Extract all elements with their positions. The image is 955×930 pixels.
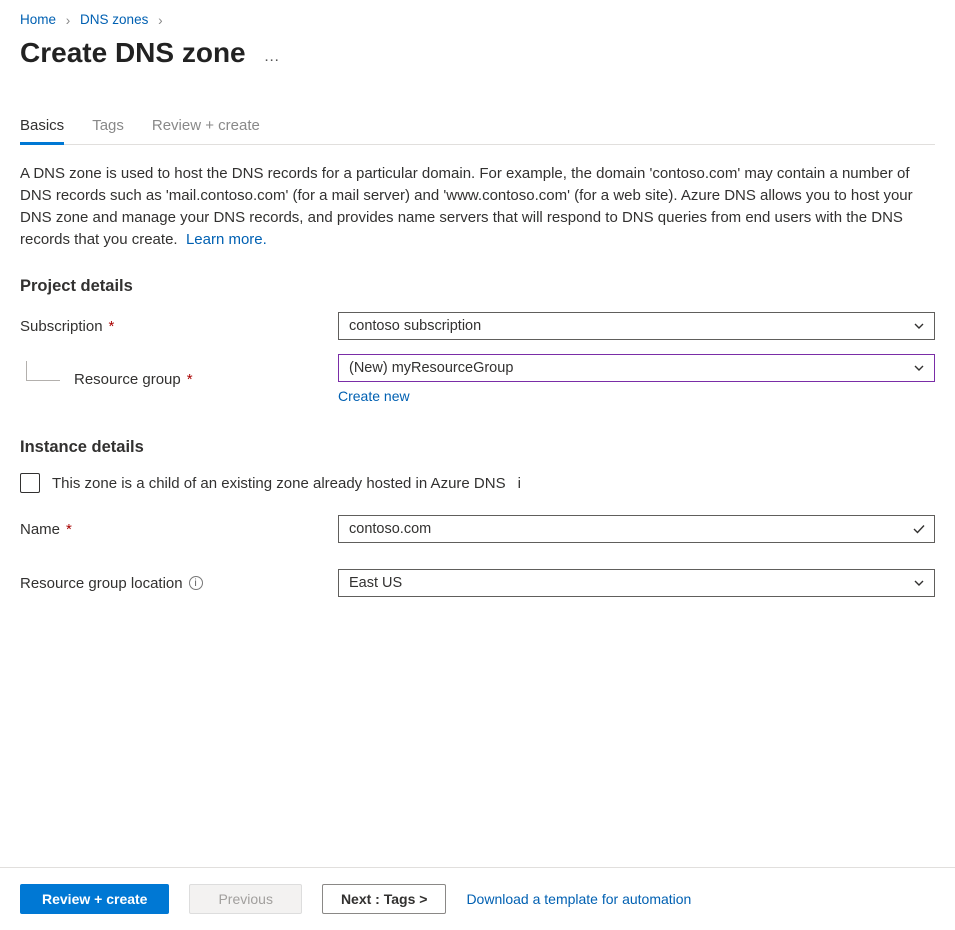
- checkmark-icon: [912, 522, 926, 536]
- chevron-right-icon: ›: [158, 13, 163, 28]
- required-indicator: *: [66, 521, 72, 538]
- subscription-value: contoso subscription: [349, 318, 481, 334]
- more-actions-icon[interactable]: …: [264, 48, 282, 66]
- required-indicator: *: [109, 318, 115, 335]
- section-instance-details: Instance details: [20, 438, 935, 457]
- intro-text: A DNS zone is used to host the DNS recor…: [20, 163, 930, 251]
- chevron-down-icon: [912, 576, 926, 590]
- rg-location-value: East US: [349, 575, 402, 591]
- rg-location-label: Resource group location: [20, 575, 183, 592]
- child-zone-label: This zone is a child of an existing zone…: [52, 475, 506, 492]
- child-zone-checkbox[interactable]: [20, 473, 40, 493]
- info-icon[interactable]: i: [518, 475, 521, 492]
- breadcrumb: Home › DNS zones ›: [20, 10, 935, 33]
- previous-button: Previous: [189, 884, 301, 914]
- tab-tags[interactable]: Tags: [92, 109, 124, 144]
- breadcrumb-home[interactable]: Home: [20, 12, 56, 27]
- name-input[interactable]: contoso.com: [338, 515, 935, 543]
- chevron-down-icon: [912, 361, 926, 375]
- name-value: contoso.com: [349, 521, 431, 537]
- rg-location-select[interactable]: East US: [338, 569, 935, 597]
- tab-basics[interactable]: Basics: [20, 109, 64, 144]
- tree-connector-icon: [26, 361, 60, 381]
- review-create-button[interactable]: Review + create: [20, 884, 169, 914]
- subscription-label: Subscription: [20, 318, 103, 335]
- learn-more-link[interactable]: Learn more.: [186, 231, 267, 248]
- name-label: Name: [20, 521, 60, 538]
- wizard-footer: Review + create Previous Next : Tags > D…: [0, 867, 955, 930]
- download-template-link[interactable]: Download a template for automation: [466, 891, 691, 907]
- create-new-resource-group-link[interactable]: Create new: [338, 388, 935, 404]
- resource-group-value: (New) myResourceGroup: [349, 360, 513, 376]
- subscription-select[interactable]: contoso subscription: [338, 312, 935, 340]
- page-title: Create DNS zone: [20, 37, 246, 69]
- intro-body: A DNS zone is used to host the DNS recor…: [20, 165, 913, 248]
- chevron-right-icon: ›: [66, 13, 71, 28]
- resource-group-select[interactable]: (New) myResourceGroup: [338, 354, 935, 382]
- chevron-down-icon: [912, 319, 926, 333]
- tab-review-create[interactable]: Review + create: [152, 109, 260, 144]
- wizard-tabs: Basics Tags Review + create: [20, 109, 935, 145]
- required-indicator: *: [187, 371, 193, 388]
- section-project-details: Project details: [20, 277, 935, 296]
- next-button[interactable]: Next : Tags >: [322, 884, 447, 914]
- breadcrumb-dns-zones[interactable]: DNS zones: [80, 12, 148, 27]
- info-icon[interactable]: i: [189, 576, 203, 590]
- resource-group-label: Resource group: [74, 371, 181, 388]
